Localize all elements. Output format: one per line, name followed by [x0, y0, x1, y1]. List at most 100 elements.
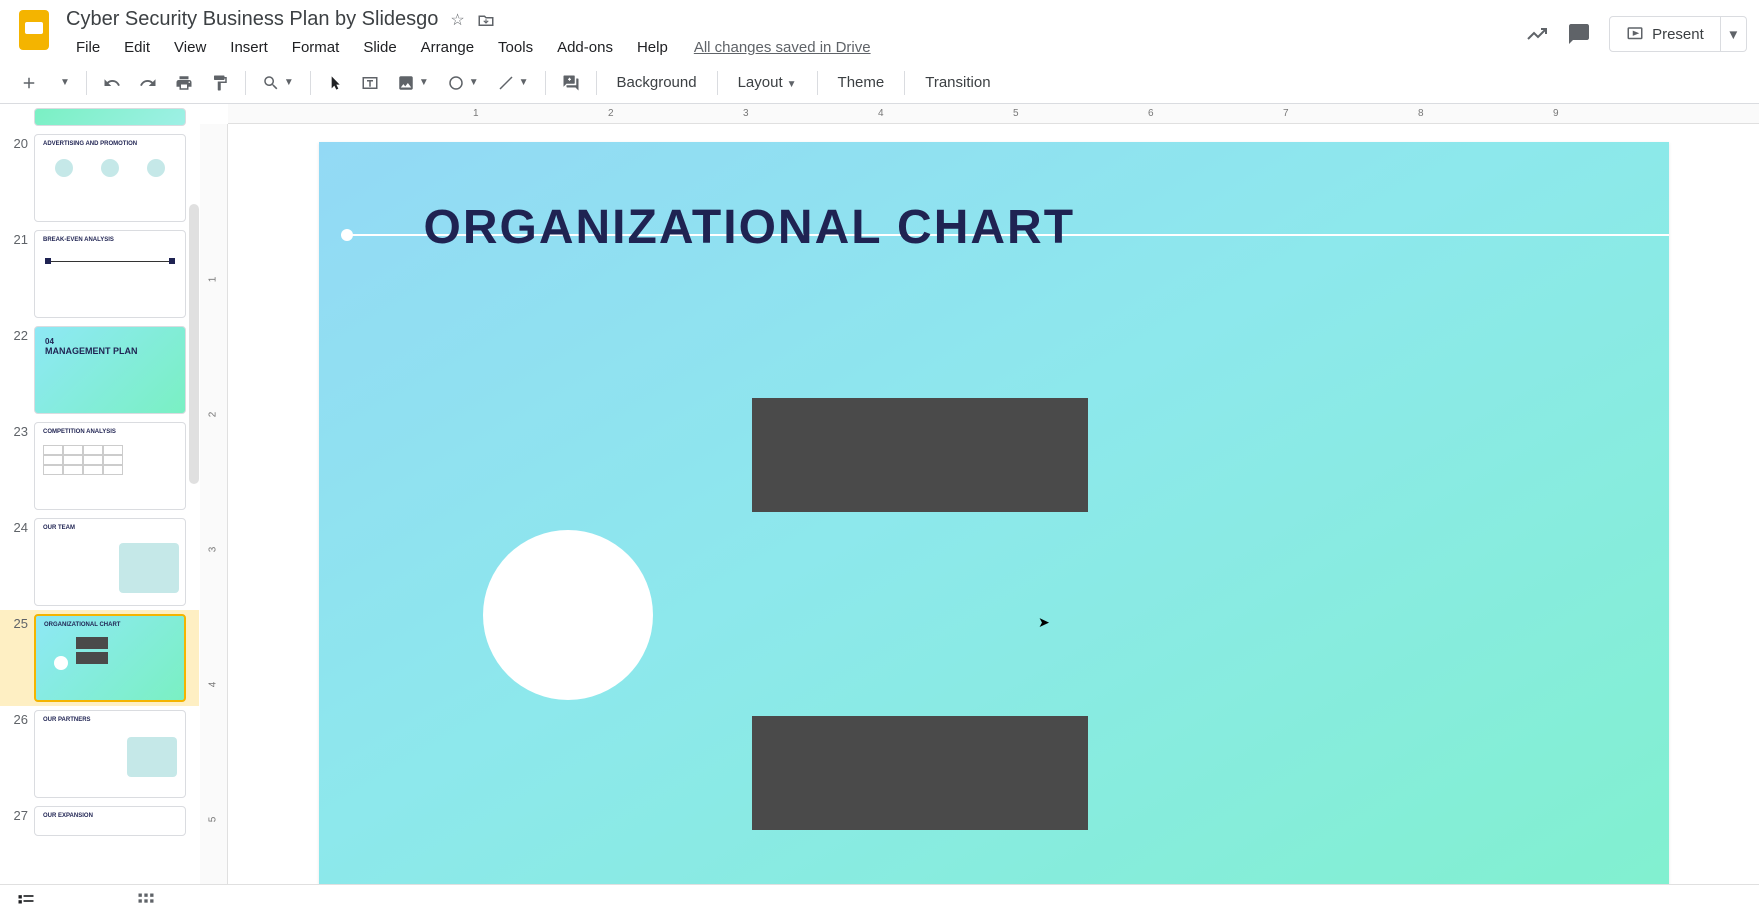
thumb-num	[4, 108, 28, 110]
slide-thumb-22[interactable]: 04 MANAGEMENT PLAN	[34, 326, 186, 414]
thumb-num: 21	[4, 230, 28, 247]
menu-tools[interactable]: Tools	[488, 35, 543, 60]
separator	[717, 71, 718, 95]
footer-bar	[0, 884, 1759, 916]
transition-button[interactable]: Transition	[913, 68, 1002, 97]
layout-button[interactable]: Layout▼	[726, 68, 809, 97]
thumb-row-27[interactable]: 27 OUR EXPANSION	[0, 802, 199, 840]
shape-tool[interactable]: ▼	[439, 68, 487, 98]
sidebar-scrollbar[interactable]	[189, 204, 199, 484]
slide-thumbnails-panel[interactable]: 20 ADVERTISING AND PROMOTION 21 BREAK-EV…	[0, 104, 200, 884]
thumb-title: COMPETITION ANALYSIS	[35, 423, 185, 441]
ruler-mark: 6	[1148, 108, 1154, 119]
theme-button[interactable]: Theme	[826, 68, 897, 97]
line-tool[interactable]: ▼	[489, 68, 537, 98]
thumb-row-20[interactable]: 20 ADVERTISING AND PROMOTION	[0, 130, 199, 226]
move-icon[interactable]	[477, 11, 495, 29]
redo-button[interactable]	[131, 68, 165, 98]
ruler-mark: 7	[1283, 108, 1289, 119]
layout-label: Layout	[738, 74, 783, 91]
zoom-button[interactable]: ▼	[254, 68, 302, 98]
filmstrip-view-icon[interactable]	[16, 891, 36, 911]
paint-format-button[interactable]	[203, 68, 237, 98]
org-chart-box-1[interactable]	[752, 398, 1088, 512]
canvas-area: 1 2 3 4 5 6 7 8 9 1 2 3 4 5 ORGANIZATION…	[200, 104, 1759, 884]
menu-file[interactable]: File	[66, 35, 110, 60]
title-area: Cyber Security Business Plan by Slidesgo…	[66, 8, 1525, 60]
thumb-num: 24	[4, 518, 28, 535]
document-title[interactable]: Cyber Security Business Plan by Slidesgo	[66, 8, 438, 31]
textbox-tool[interactable]	[353, 68, 387, 98]
horizontal-ruler[interactable]: 1 2 3 4 5 6 7 8 9	[228, 104, 1759, 124]
menu-edit[interactable]: Edit	[114, 35, 160, 60]
slide-viewport[interactable]: ORGANIZATIONAL CHART ➤	[228, 124, 1759, 884]
activity-icon[interactable]	[1525, 22, 1549, 46]
ruler-mark: 4	[878, 108, 884, 119]
menu-view[interactable]: View	[164, 35, 216, 60]
thumb-04: 04	[45, 337, 175, 346]
slides-logo[interactable]	[12, 8, 56, 52]
print-button[interactable]	[167, 68, 201, 98]
thumb-row-23[interactable]: 23 COMPETITION ANALYSIS	[0, 418, 199, 514]
ruler-mark: 8	[1418, 108, 1424, 119]
menu-addons[interactable]: Add-ons	[547, 35, 623, 60]
thumb-num: 23	[4, 422, 28, 439]
comment-button[interactable]	[554, 68, 588, 98]
thumb-row-21[interactable]: 21 BREAK-EVEN ANALYSIS	[0, 226, 199, 322]
present-icon	[1626, 25, 1644, 43]
vertical-ruler[interactable]: 1 2 3 4 5	[200, 124, 228, 884]
slide-thumb-21[interactable]: BREAK-EVEN ANALYSIS	[34, 230, 186, 318]
separator	[245, 71, 246, 95]
main-area: 20 ADVERTISING AND PROMOTION 21 BREAK-EV…	[0, 104, 1759, 884]
menu-arrange[interactable]: Arrange	[411, 35, 484, 60]
mouse-cursor-icon: ➤	[1038, 614, 1050, 631]
slide-thumb-27[interactable]: OUR EXPANSION	[34, 806, 186, 836]
thumb-row-26[interactable]: 26 OUR PARTNERS	[0, 706, 199, 802]
thumb-row-24[interactable]: 24 OUR TEAM	[0, 514, 199, 610]
menubar: File Edit View Insert Format Slide Arran…	[66, 35, 1525, 60]
menu-slide[interactable]: Slide	[353, 35, 406, 60]
grid-view-icon[interactable]	[136, 891, 156, 911]
undo-button[interactable]	[95, 68, 129, 98]
thumb-title: OUR EXPANSION	[35, 807, 185, 825]
header-right: Present ▼	[1525, 8, 1747, 52]
slide-canvas[interactable]: ORGANIZATIONAL CHART	[319, 142, 1669, 884]
slides-logo-icon	[19, 10, 49, 50]
present-dropdown[interactable]: ▼	[1721, 16, 1747, 52]
thumb-row-22[interactable]: 22 04 MANAGEMENT PLAN	[0, 322, 199, 418]
comments-icon[interactable]	[1567, 22, 1591, 46]
separator	[596, 71, 597, 95]
org-chart-box-2[interactable]	[752, 716, 1088, 830]
background-button[interactable]: Background	[605, 68, 709, 97]
new-slide-button[interactable]	[12, 68, 46, 98]
thumb-num: 26	[4, 710, 28, 727]
thumb-title: ORGANIZATIONAL CHART	[36, 616, 184, 634]
thumb-row-25[interactable]: 25 ORGANIZATIONAL CHART	[0, 610, 199, 706]
app-header: Cyber Security Business Plan by Slidesgo…	[0, 0, 1759, 62]
thumb-row-19[interactable]	[0, 104, 199, 130]
present-button[interactable]: Present	[1609, 16, 1721, 52]
thumb-num: 22	[4, 326, 28, 343]
select-tool[interactable]	[319, 69, 351, 97]
slide-thumb-23[interactable]: COMPETITION ANALYSIS	[34, 422, 186, 510]
slide-thumb-20[interactable]: ADVERTISING AND PROMOTION	[34, 134, 186, 222]
slide-thumb-25[interactable]: ORGANIZATIONAL CHART	[34, 614, 186, 702]
ruler-mark: 2	[207, 412, 218, 418]
ruler-mark: 3	[207, 547, 218, 553]
menu-insert[interactable]: Insert	[220, 35, 278, 60]
menu-format[interactable]: Format	[282, 35, 350, 60]
slide-thumb-24[interactable]: OUR TEAM	[34, 518, 186, 606]
separator	[86, 71, 87, 95]
ruler-mark: 5	[1013, 108, 1019, 119]
slide-title[interactable]: ORGANIZATIONAL CHART	[424, 200, 1076, 255]
separator	[904, 71, 905, 95]
slide-thumb-19[interactable]	[34, 108, 186, 126]
slide-thumb-26[interactable]: OUR PARTNERS	[34, 710, 186, 798]
present-group: Present ▼	[1609, 16, 1747, 52]
save-status[interactable]: All changes saved in Drive	[694, 35, 871, 60]
menu-help[interactable]: Help	[627, 35, 678, 60]
org-chart-circle[interactable]	[483, 530, 653, 700]
new-slide-dropdown[interactable]: ▼	[48, 71, 78, 94]
image-tool[interactable]: ▼	[389, 68, 437, 98]
star-icon[interactable]: ☆	[450, 10, 464, 30]
